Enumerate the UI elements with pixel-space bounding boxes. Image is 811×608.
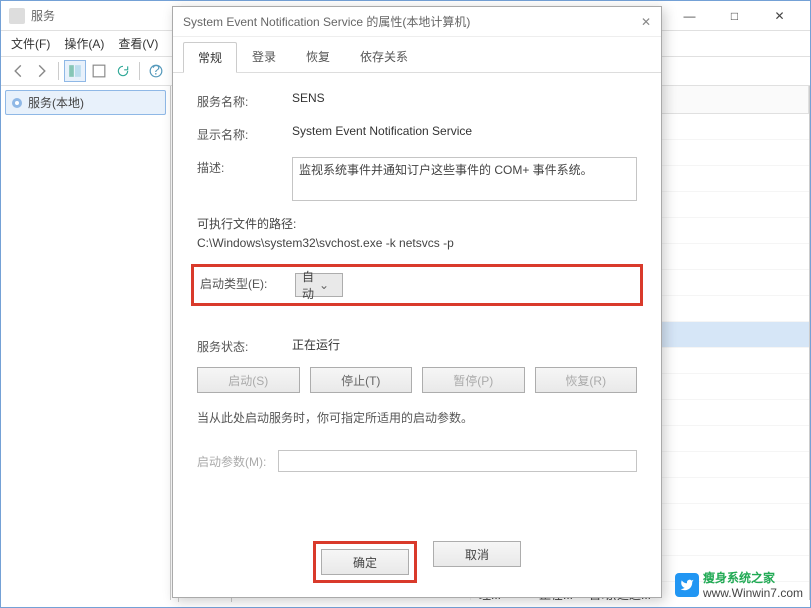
startup-params-hint: 当从此处启动服务时，你可指定所适用的启动参数。 — [197, 409, 637, 426]
watermark-brand: 瘦身系统之家 — [703, 569, 803, 586]
value-exe-path: C:\Windows\system32\svchost.exe -k netsv… — [197, 236, 637, 250]
value-service-name: SENS — [292, 91, 637, 105]
value-service-status: 正在运行 — [292, 336, 637, 353]
bird-icon — [675, 573, 699, 597]
label-startup-type: 启动类型(E): — [200, 273, 295, 292]
label-exe-path: 可执行文件的路径: — [197, 215, 637, 232]
dialog-close-button[interactable]: ✕ — [641, 15, 651, 29]
dialog-tabs: 常规 登录 恢复 依存关系 — [173, 41, 661, 73]
label-description: 描述: — [197, 157, 292, 176]
gear-icon — [10, 96, 24, 110]
cancel-button[interactable]: 取消 — [433, 541, 521, 567]
menu-file[interactable]: 文件(F) — [11, 35, 50, 52]
menu-action[interactable]: 操作(A) — [64, 35, 104, 52]
value-display-name: System Event Notification Service — [292, 124, 637, 138]
tree-node-services-local[interactable]: 服务(本地) — [5, 90, 166, 115]
startup-type-dropdown[interactable]: 自动 ⌄ — [295, 273, 343, 297]
description-textarea[interactable]: 监视系统事件并通知订户这些事件的 COM+ 事件系统。 — [292, 157, 637, 201]
tree-pane: 服务(本地) — [1, 86, 171, 600]
dialog-title: System Event Notification Service 的属性(本地… — [183, 13, 641, 30]
menu-view[interactable]: 查看(V) — [118, 35, 158, 52]
resume-button: 恢复(R) — [535, 367, 638, 393]
pause-button: 暂停(P) — [422, 367, 525, 393]
app-icon — [9, 8, 25, 24]
highlight-ok-button: 确定 — [313, 541, 417, 583]
watermark-url: www.Winwin7.com — [703, 586, 803, 600]
help-button[interactable]: ? — [145, 60, 167, 82]
maximize-button[interactable]: □ — [712, 2, 757, 30]
dialog-body: 服务名称: SENS 显示名称: System Event Notificati… — [173, 73, 661, 490]
tab-recovery[interactable]: 恢复 — [291, 41, 345, 72]
close-button[interactable]: ✕ — [757, 2, 802, 30]
tab-logon[interactable]: 登录 — [237, 41, 291, 72]
ok-button[interactable]: 确定 — [321, 549, 409, 575]
label-display-name: 显示名称: — [197, 124, 292, 143]
toolbar-divider — [139, 62, 140, 80]
label-service-name: 服务名称: — [197, 91, 292, 110]
stop-button[interactable]: 停止(T) — [310, 367, 413, 393]
label-start-params: 启动参数(M): — [197, 453, 266, 470]
view-detail-button[interactable] — [64, 60, 86, 82]
label-service-status: 服务状态: — [197, 336, 292, 355]
start-button: 启动(S) — [197, 367, 300, 393]
refresh-button[interactable] — [112, 60, 134, 82]
properties-dialog: System Event Notification Service 的属性(本地… — [172, 6, 662, 598]
back-button[interactable] — [7, 60, 29, 82]
dialog-footer: 确定 取消 — [173, 541, 661, 583]
highlight-startup-type: 启动类型(E): 自动 ⌄ — [191, 264, 643, 306]
tab-general[interactable]: 常规 — [183, 42, 237, 73]
watermark: 瘦身系统之家 www.Winwin7.com — [675, 569, 803, 600]
tree-node-label: 服务(本地) — [28, 94, 84, 111]
tab-dependencies[interactable]: 依存关系 — [345, 41, 423, 72]
forward-button[interactable] — [31, 60, 53, 82]
svg-text:?: ? — [152, 64, 160, 78]
startup-type-value: 自动 — [302, 268, 319, 302]
start-params-input — [278, 450, 637, 472]
dialog-titlebar: System Event Notification Service 的属性(本地… — [173, 7, 661, 37]
minimize-button[interactable]: — — [667, 2, 712, 30]
properties-button[interactable] — [88, 60, 110, 82]
chevron-down-icon: ⌄ — [319, 278, 336, 292]
toolbar-divider — [58, 62, 59, 80]
